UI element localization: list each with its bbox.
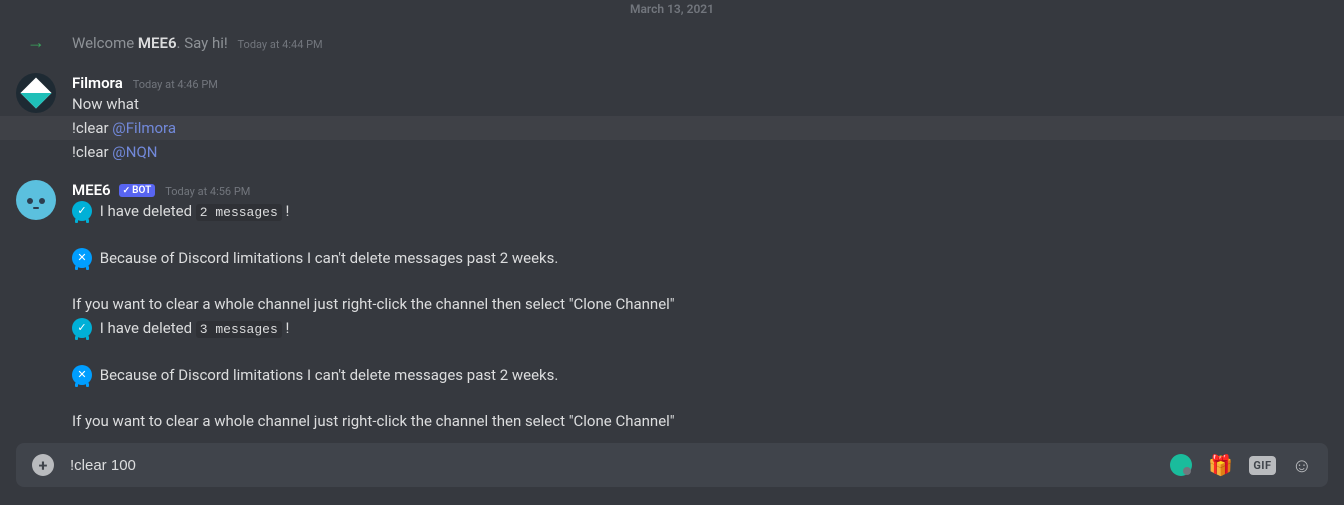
message-timestamp: Today at 4:56 PM xyxy=(165,185,250,198)
username[interactable]: Filmora xyxy=(72,74,123,92)
nitro-gift-icon[interactable] xyxy=(1170,454,1192,476)
message-content: Now what xyxy=(72,92,1328,116)
deleted-count: 3 messages xyxy=(196,321,282,338)
gift-icon[interactable]: 🎁 xyxy=(1208,453,1233,477)
bot-badge: ✓BOT xyxy=(119,184,156,197)
mention[interactable]: @Filmora xyxy=(112,119,176,137)
join-arrow-icon: → xyxy=(16,32,56,53)
message-content: ✕ Because of Discord limitations I can't… xyxy=(72,363,1328,387)
avatar[interactable] xyxy=(16,73,56,113)
command-text: !clear xyxy=(72,143,112,161)
message-timestamp: Today at 4:46 PM xyxy=(133,78,218,91)
message-group-filmora: Filmora Today at 4:46 PM Now what !clear… xyxy=(16,73,1328,164)
date-divider: March 13, 2021 xyxy=(0,0,1344,18)
message-content: !clear @Filmora xyxy=(0,116,1344,140)
message-input[interactable] xyxy=(70,457,1170,474)
message-content: ✕ Because of Discord limitations I can't… xyxy=(72,246,1328,270)
message-content: ✓ I have deleted 3 messages ! xyxy=(72,316,1328,341)
message-content: If you want to clear a whole channel jus… xyxy=(72,292,1328,316)
message-content: If you want to clear a whole channel jus… xyxy=(72,409,1328,433)
welcome-text: Welcome MEE6. Say hi! Today at 4:44 PM xyxy=(72,34,323,52)
limitation-text: Because of Discord limitations I can't d… xyxy=(100,249,559,267)
success-emoji-icon: ✓ xyxy=(72,318,92,338)
command-text: !clear xyxy=(72,119,112,137)
deleted-suffix: ! xyxy=(282,319,290,337)
message-input-bar: + 🎁 GIF ☺ xyxy=(16,443,1328,487)
messages-container: → Welcome MEE6. Say hi! Today at 4:44 PM… xyxy=(0,30,1344,433)
message-content: ✓ I have deleted 2 messages ! xyxy=(72,199,1328,224)
limitation-text: Because of Discord limitations I can't d… xyxy=(100,366,559,384)
error-emoji-icon: ✕ xyxy=(72,365,92,385)
message-content: !clear @NQN xyxy=(72,140,1328,164)
welcome-suffix: . Say hi! xyxy=(177,34,228,52)
mention[interactable]: @NQN xyxy=(112,143,157,161)
username[interactable]: MEE6 xyxy=(72,181,111,199)
gif-button[interactable]: GIF xyxy=(1249,456,1275,475)
message-group-mee6: MEE6 ✓BOT Today at 4:56 PM ✓ I have dele… xyxy=(16,180,1328,433)
welcome-prefix: Welcome xyxy=(72,34,138,52)
filmora-logo-icon xyxy=(20,77,51,108)
avatar[interactable] xyxy=(16,180,56,220)
welcome-message[interactable]: → Welcome MEE6. Say hi! Today at 4:44 PM xyxy=(16,30,1328,57)
welcome-username[interactable]: MEE6 xyxy=(138,34,177,52)
attach-button[interactable]: + xyxy=(32,454,54,476)
success-emoji-icon: ✓ xyxy=(72,201,92,221)
welcome-timestamp: Today at 4:44 PM xyxy=(238,38,323,51)
gif-label: GIF xyxy=(1249,456,1275,475)
verified-check-icon: ✓ xyxy=(123,186,131,196)
deleted-prefix: I have deleted xyxy=(100,202,196,220)
bot-label: BOT xyxy=(132,185,151,196)
deleted-prefix: I have deleted xyxy=(100,319,196,337)
deleted-suffix: ! xyxy=(282,202,290,220)
deleted-count: 2 messages xyxy=(196,204,282,221)
error-emoji-icon: ✕ xyxy=(72,248,92,268)
emoji-picker-icon[interactable]: ☺ xyxy=(1292,453,1312,478)
